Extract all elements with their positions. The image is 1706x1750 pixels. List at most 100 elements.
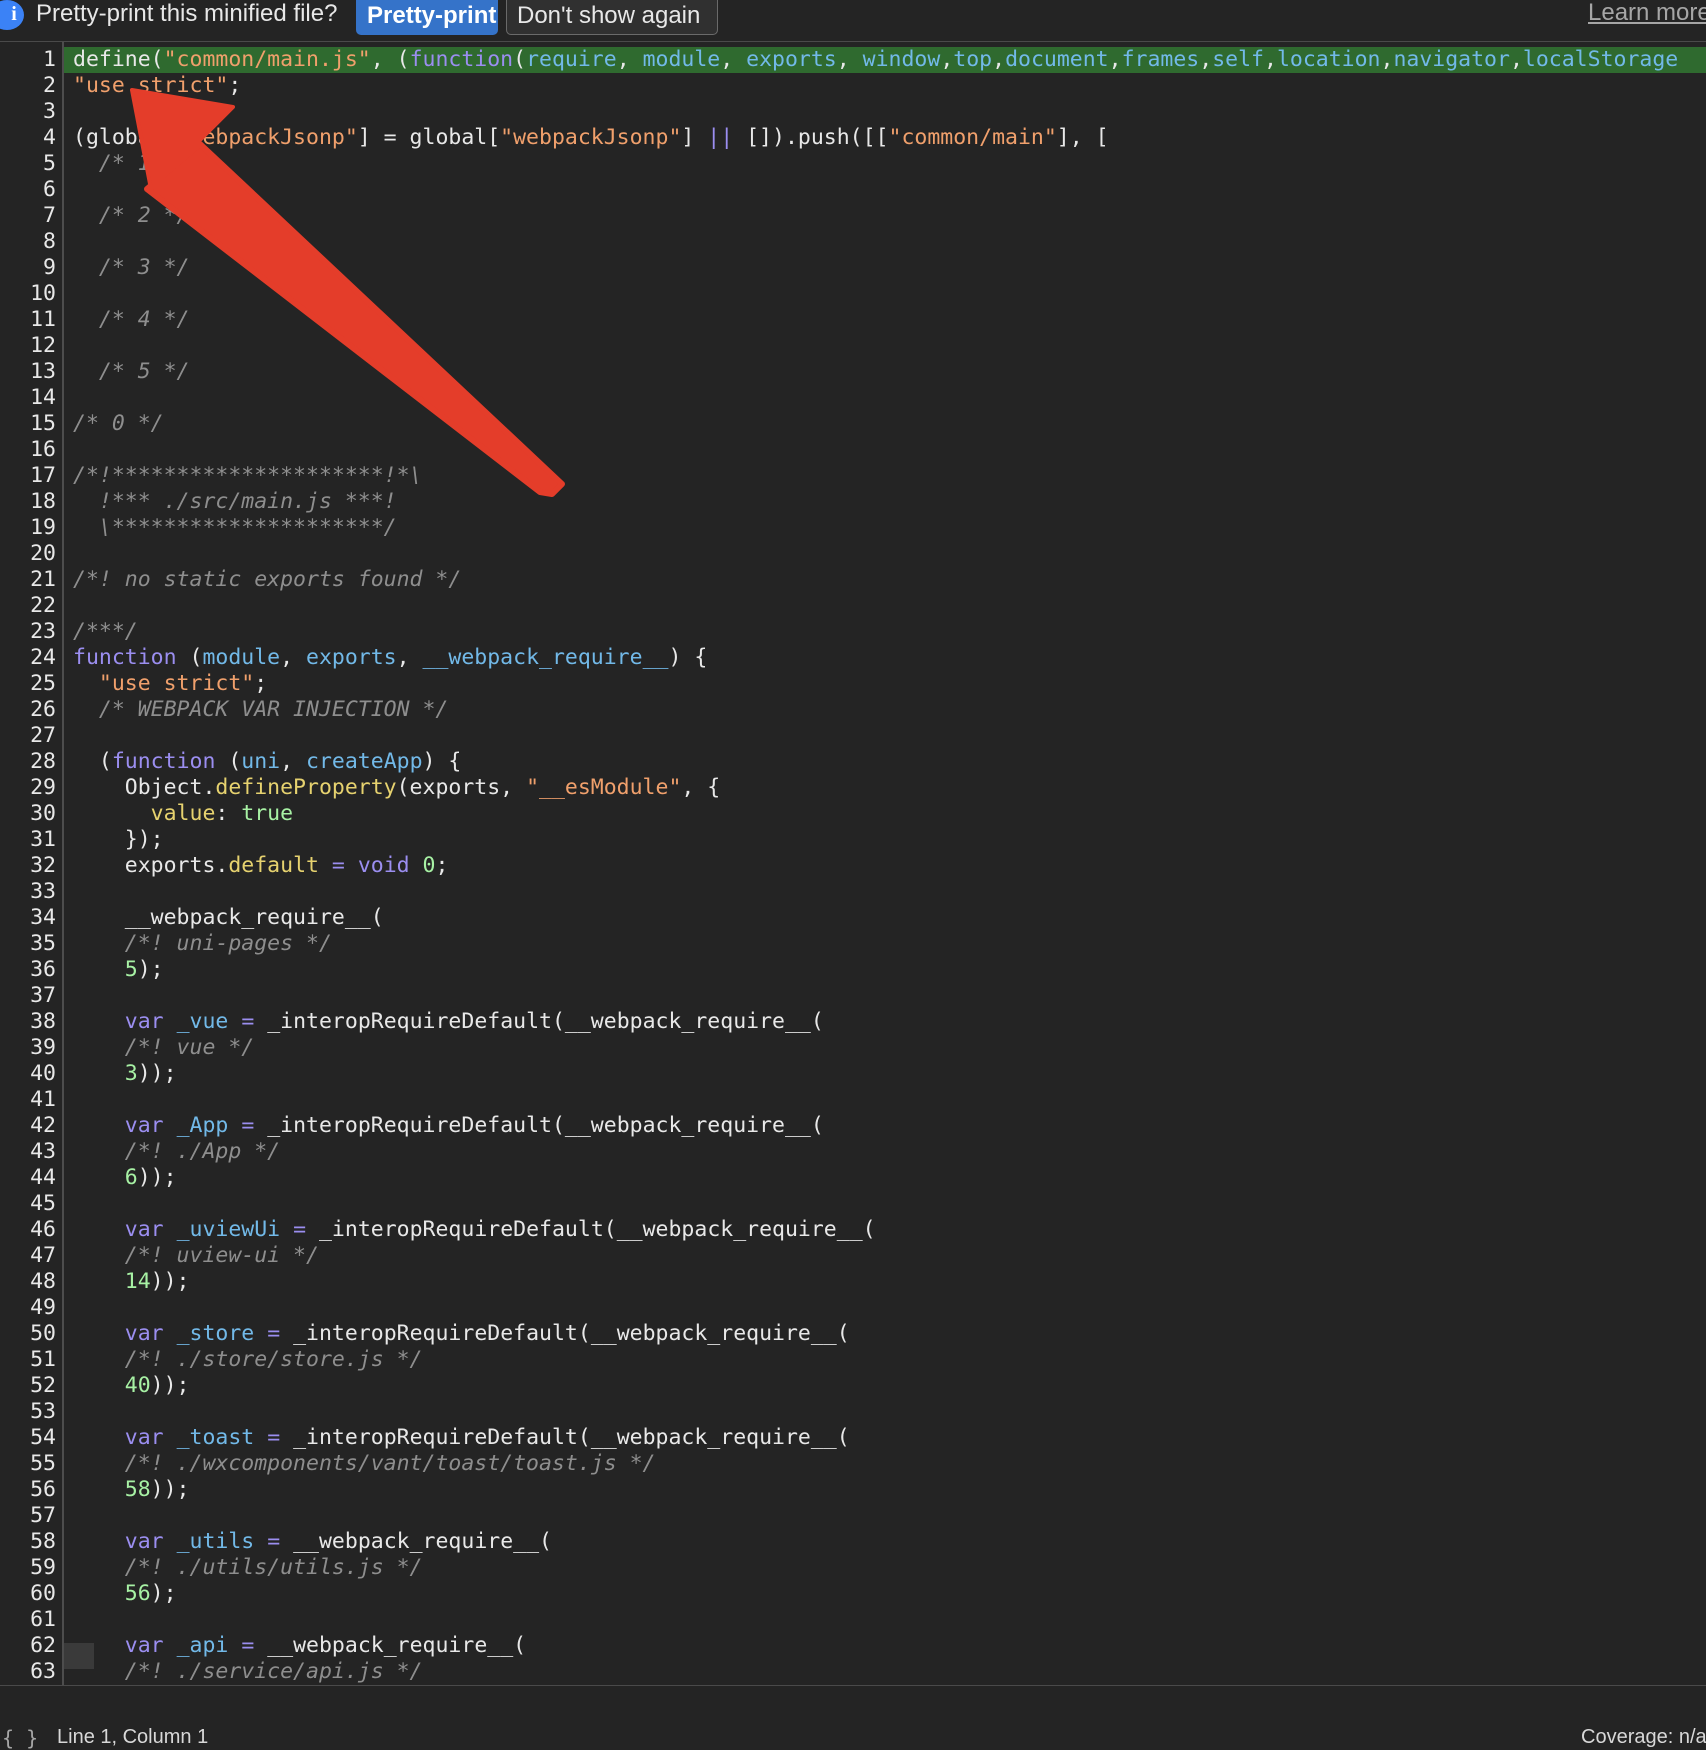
pretty-print-toggle-icon[interactable]: { }: [2, 1726, 38, 1750]
line-number[interactable]: 31: [0, 827, 56, 853]
code-line[interactable]: 14: [0, 385, 1706, 411]
code-line[interactable]: 25 "use strict";: [0, 671, 1706, 697]
line-number[interactable]: 56: [0, 1477, 56, 1503]
line-number[interactable]: 60: [0, 1581, 56, 1607]
line-number[interactable]: 4: [0, 125, 56, 151]
line-number[interactable]: 12: [0, 333, 56, 359]
line-number[interactable]: 58: [0, 1529, 56, 1555]
code-line[interactable]: 17 /*!*********************!*\: [0, 463, 1706, 489]
code-line[interactable]: 35 /*! uni-pages */: [0, 931, 1706, 957]
dont-show-again-button[interactable]: Don't show again: [506, 0, 718, 35]
code-line[interactable]: 13 /* 5 */: [0, 359, 1706, 385]
code-line[interactable]: 61: [0, 1607, 1706, 1633]
code-line[interactable]: 42 var _App = _interopRequireDefault(__w…: [0, 1113, 1706, 1139]
line-number[interactable]: 13: [0, 359, 56, 385]
line-number[interactable]: 26: [0, 697, 56, 723]
line-number[interactable]: 20: [0, 541, 56, 567]
line-number[interactable]: 36: [0, 957, 56, 983]
learn-more-link[interactable]: Learn more: [1588, 0, 1706, 28]
line-number[interactable]: 57: [0, 1503, 56, 1529]
code-line[interactable]: 9 /* 3 */: [0, 255, 1706, 281]
pretty-print-button[interactable]: Pretty-print: [356, 0, 498, 35]
line-number[interactable]: 3: [0, 99, 56, 125]
line-number[interactable]: 46: [0, 1217, 56, 1243]
line-number[interactable]: 5: [0, 151, 56, 177]
line-number[interactable]: 19: [0, 515, 56, 541]
code-line[interactable]: 30 value: true: [0, 801, 1706, 827]
line-number[interactable]: 34: [0, 905, 56, 931]
code-line[interactable]: 43 /*! ./App */: [0, 1139, 1706, 1165]
line-number[interactable]: 45: [0, 1191, 56, 1217]
line-number[interactable]: 16: [0, 437, 56, 463]
code-line[interactable]: 5 /* 1 */: [0, 151, 1706, 177]
code-line[interactable]: 27: [0, 723, 1706, 749]
line-number[interactable]: 63: [0, 1659, 56, 1685]
code-line[interactable]: 21 /*! no static exports found */: [0, 567, 1706, 593]
code-line[interactable]: 44 6));: [0, 1165, 1706, 1191]
horizontal-scrollbar-thumb[interactable]: [64, 1643, 94, 1669]
code-line[interactable]: 34 __webpack_require__(: [0, 905, 1706, 931]
line-number[interactable]: 38: [0, 1009, 56, 1035]
line-number[interactable]: 51: [0, 1347, 56, 1373]
line-number[interactable]: 25: [0, 671, 56, 697]
code-line[interactable]: 47 /*! uview-ui */: [0, 1243, 1706, 1269]
line-number[interactable]: 9: [0, 255, 56, 281]
code-line[interactable]: 8: [0, 229, 1706, 255]
line-number[interactable]: 62: [0, 1633, 56, 1659]
code-line[interactable]: 52 40));: [0, 1373, 1706, 1399]
code-line[interactable]: 4 (global["webpackJsonp"] = global["webpa…: [0, 125, 1706, 151]
line-number[interactable]: 18: [0, 489, 56, 515]
code-line[interactable]: 33: [0, 879, 1706, 905]
code-line[interactable]: 38 var _vue = _interopRequireDefault(__w…: [0, 1009, 1706, 1035]
code-line[interactable]: 10: [0, 281, 1706, 307]
code-line[interactable]: 48 14));: [0, 1269, 1706, 1295]
code-line[interactable]: 46 var _uviewUi = _interopRequireDefault…: [0, 1217, 1706, 1243]
line-number[interactable]: 33: [0, 879, 56, 905]
code-line[interactable]: 63 /*! ./service/api.js */: [0, 1659, 1706, 1685]
code-line[interactable]: 49: [0, 1295, 1706, 1321]
line-number[interactable]: 14: [0, 385, 56, 411]
code-line[interactable]: 1 define("common/main.js", (function(requ…: [0, 47, 1706, 73]
code-line[interactable]: 36 5);: [0, 957, 1706, 983]
code-line[interactable]: 53: [0, 1399, 1706, 1425]
line-number[interactable]: 42: [0, 1113, 56, 1139]
code-line[interactable]: 22: [0, 593, 1706, 619]
line-number[interactable]: 37: [0, 983, 56, 1009]
line-number[interactable]: 17: [0, 463, 56, 489]
line-number[interactable]: 27: [0, 723, 56, 749]
code-line[interactable]: 6: [0, 177, 1706, 203]
line-number[interactable]: 47: [0, 1243, 56, 1269]
code-line[interactable]: 29 Object.defineProperty(exports, "__esM…: [0, 775, 1706, 801]
code-line[interactable]: 28 (function (uni, createApp) {: [0, 749, 1706, 775]
code-line[interactable]: 41: [0, 1087, 1706, 1113]
line-number[interactable]: 10: [0, 281, 56, 307]
code-line[interactable]: 32 exports.default = void 0;: [0, 853, 1706, 879]
code-line[interactable]: 56 58));: [0, 1477, 1706, 1503]
line-number[interactable]: 40: [0, 1061, 56, 1087]
line-number[interactable]: 2: [0, 73, 56, 99]
line-number[interactable]: 55: [0, 1451, 56, 1477]
line-number[interactable]: 61: [0, 1607, 56, 1633]
code-line[interactable]: 19 \*********************/: [0, 515, 1706, 541]
line-number[interactable]: 43: [0, 1139, 56, 1165]
code-line[interactable]: 2 "use strict";: [0, 73, 1706, 99]
code-line[interactable]: 62 var _api = __webpack_require__(: [0, 1633, 1706, 1659]
line-number[interactable]: 48: [0, 1269, 56, 1295]
line-number[interactable]: 53: [0, 1399, 56, 1425]
code-line[interactable]: 45: [0, 1191, 1706, 1217]
code-line[interactable]: 39 /*! vue */: [0, 1035, 1706, 1061]
code-line[interactable]: 12: [0, 333, 1706, 359]
code-line[interactable]: 18 !*** ./src/main.js ***!: [0, 489, 1706, 515]
code-line[interactable]: 24 function (module, exports, __webpack_r…: [0, 645, 1706, 671]
line-number[interactable]: 39: [0, 1035, 56, 1061]
line-number[interactable]: 23: [0, 619, 56, 645]
code-line[interactable]: 31 });: [0, 827, 1706, 853]
line-number[interactable]: 6: [0, 177, 56, 203]
line-number[interactable]: 8: [0, 229, 56, 255]
code-line[interactable]: 59 /*! ./utils/utils.js */: [0, 1555, 1706, 1581]
line-number[interactable]: 1: [0, 47, 56, 73]
code-line[interactable]: 37: [0, 983, 1706, 1009]
code-line[interactable]: 40 3));: [0, 1061, 1706, 1087]
line-number[interactable]: 50: [0, 1321, 56, 1347]
line-number[interactable]: 11: [0, 307, 56, 333]
